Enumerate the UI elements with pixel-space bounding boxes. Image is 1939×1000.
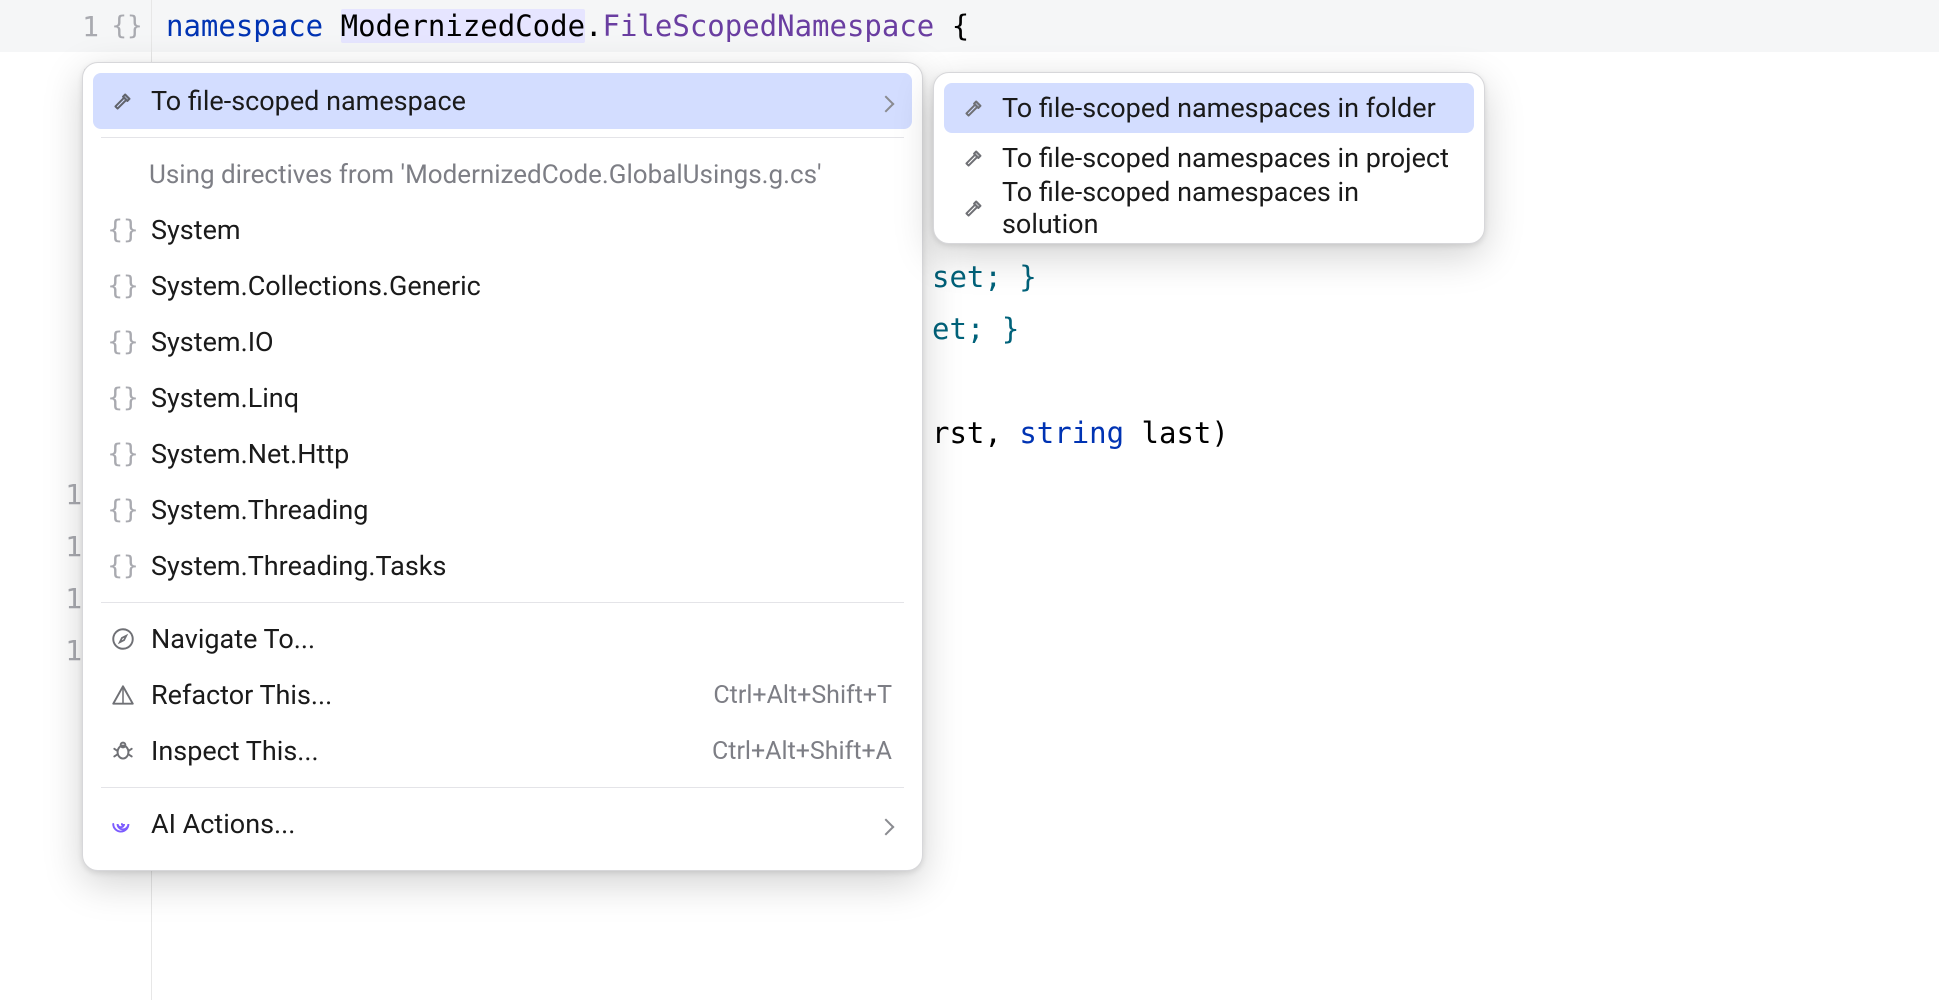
keyword-namespace: namespace bbox=[166, 9, 323, 43]
menu-item-using[interactable]: {} System bbox=[93, 202, 912, 258]
gutter-row: 1 {} bbox=[0, 0, 151, 52]
context-submenu: To file-scoped namespaces in folder To fi… bbox=[933, 72, 1485, 244]
menu-item-label: System.Net.Http bbox=[151, 438, 892, 470]
menu-item-using[interactable]: {} System.Linq bbox=[93, 370, 912, 426]
menu-item-shortcut: Ctrl+Alt+Shift+A bbox=[712, 737, 892, 766]
hammer-icon bbox=[960, 94, 988, 122]
code-fragment-method: rst, string last) bbox=[932, 416, 1229, 450]
line-number: 1 bbox=[55, 10, 99, 43]
menu-item-label: System.Linq bbox=[151, 382, 892, 414]
braces-icon: {} bbox=[109, 440, 137, 468]
namespace-part-2: FileScopedNamespace bbox=[603, 9, 935, 43]
menu-item-label: Navigate To... bbox=[151, 623, 892, 655]
menu-item-label: To file-scoped namespace bbox=[151, 85, 866, 117]
submenu-item[interactable]: To file-scoped namespaces in solution bbox=[944, 183, 1474, 233]
spiral-icon bbox=[109, 810, 137, 838]
menu-item-label: AI Actions... bbox=[151, 808, 866, 840]
menu-separator bbox=[101, 787, 904, 788]
braces-icon: {} bbox=[109, 216, 137, 244]
menu-item-using[interactable]: {} System.Threading.Tasks bbox=[93, 538, 912, 594]
menu-item-label: Inspect This... bbox=[151, 735, 698, 767]
menu-item-label: Refactor This... bbox=[151, 679, 699, 711]
bug-icon bbox=[109, 737, 137, 765]
code-fragment-set2: et; } bbox=[932, 312, 1019, 346]
menu-item-inspect-this[interactable]: Inspect This... Ctrl+Alt+Shift+A bbox=[93, 723, 912, 779]
context-menu: To file-scoped namespace Using directives… bbox=[82, 62, 923, 871]
submenu-item-label: To file-scoped namespaces in solution bbox=[1002, 176, 1454, 240]
braces-icon: {} bbox=[109, 272, 137, 300]
chevron-right-icon bbox=[880, 808, 892, 840]
triangle-icon bbox=[109, 681, 137, 709]
braces-icon: {} bbox=[109, 384, 137, 412]
code-fragment-set1: set; } bbox=[932, 260, 1037, 294]
compass-icon bbox=[109, 625, 137, 653]
hammer-icon bbox=[960, 194, 988, 222]
menu-item-refactor-this[interactable]: Refactor This... Ctrl+Alt+Shift+T bbox=[93, 667, 912, 723]
submenu-item-label: To file-scoped namespaces in folder bbox=[1002, 92, 1454, 124]
namespace-part-1[interactable]: ModernizedCode bbox=[341, 9, 585, 43]
menu-item-label: System bbox=[151, 214, 892, 246]
menu-item-label: System.Threading bbox=[151, 494, 892, 526]
braces-icon: {} bbox=[109, 496, 137, 524]
menu-item-using[interactable]: {} System.Net.Http bbox=[93, 426, 912, 482]
menu-separator bbox=[101, 602, 904, 603]
menu-item-to-file-scoped[interactable]: To file-scoped namespace bbox=[93, 73, 912, 129]
hammer-icon bbox=[960, 144, 988, 172]
menu-item-using[interactable]: {} System.Collections.Generic bbox=[93, 258, 912, 314]
namespace-braces-icon: {} bbox=[113, 12, 141, 40]
menu-item-navigate-to[interactable]: Navigate To... bbox=[93, 611, 912, 667]
menu-item-label: System.IO bbox=[151, 326, 892, 358]
menu-section-header: Using directives from 'ModernizedCode.Gl… bbox=[93, 146, 912, 202]
menu-item-using[interactable]: {} System.Threading bbox=[93, 482, 912, 538]
menu-item-label: System.Threading.Tasks bbox=[151, 550, 892, 582]
hammer-icon bbox=[109, 87, 137, 115]
braces-icon: {} bbox=[109, 552, 137, 580]
dot: . bbox=[585, 9, 602, 43]
braces-icon: {} bbox=[109, 328, 137, 356]
menu-item-shortcut: Ctrl+Alt+Shift+T bbox=[713, 681, 892, 710]
menu-item-ai-actions[interactable]: AI Actions... bbox=[93, 796, 912, 852]
open-brace: { bbox=[934, 9, 969, 43]
menu-item-using[interactable]: {} System.IO bbox=[93, 314, 912, 370]
code-line-1[interactable]: namespace ModernizedCode.FileScopedNames… bbox=[152, 0, 1939, 52]
submenu-item[interactable]: To file-scoped namespaces in folder bbox=[944, 83, 1474, 133]
chevron-right-icon bbox=[880, 85, 892, 117]
menu-separator bbox=[101, 137, 904, 138]
submenu-item-label: To file-scoped namespaces in project bbox=[1002, 142, 1454, 174]
menu-item-label: System.Collections.Generic bbox=[151, 270, 892, 302]
